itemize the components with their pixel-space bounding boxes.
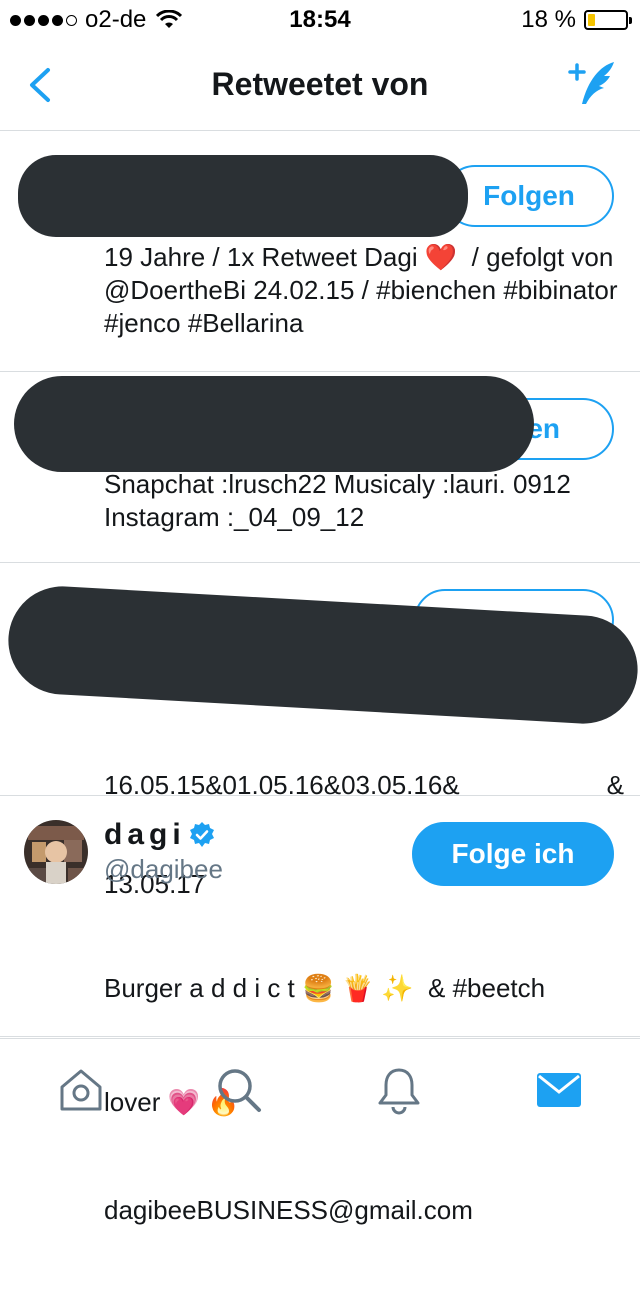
user-bio: 19 Jahre / 1x Retweet Dagi ❤️ / gefolgt … [104,242,625,338]
list-item[interactable]: en Snapchat :lrusch22 Musicaly :lauri. 0… [0,372,640,563]
user-name-row: dagi [104,818,216,852]
user-bio-line: Burger a d d i c t 🍔 🍟 ✨ & #beetch [104,973,546,1003]
search-icon[interactable] [214,1065,264,1115]
user-name: dagi [104,818,186,851]
status-right: 18 % [521,6,632,34]
bell-icon[interactable] [374,1065,424,1115]
redaction-block [18,155,468,237]
compose-tweet-icon[interactable] [566,58,618,110]
battery-percent: 18 % [521,6,576,33]
redaction-block [14,376,534,472]
tab-bar [0,1038,640,1137]
user-bio: Snapchat :lrusch22 Musicaly :lauri. 0912… [104,469,579,532]
mail-icon[interactable] [534,1065,584,1115]
user-handle: @dagibee [104,854,223,884]
list-item[interactable]: Folgen 19 Jahre / 1x Retweet Dagi ❤️ / g… [0,131,640,372]
following-button[interactable]: Folge ich [412,822,614,886]
follow-button[interactable]: Folgen [444,165,614,227]
avatar[interactable] [24,820,88,884]
page-title: Retweetet von [211,66,429,102]
verified-badge-icon [189,822,214,847]
navigation-bar: Retweetet von [0,40,640,131]
user-bio-email[interactable]: dagibeeBUSINESS@gmail.com [104,1192,619,1228]
home-icon[interactable] [56,1065,106,1115]
list-item[interactable]: 16.05.15&01.05.16&03.05.16& & 13.05.17 [0,563,640,899]
status-bar: o2-de 18:54 18 % [0,0,640,40]
avatar-image [24,820,88,884]
list-item[interactable]: dagi @dagibee Folge ich Burger a d d i c… [0,796,640,1225]
battery-icon [584,10,632,30]
